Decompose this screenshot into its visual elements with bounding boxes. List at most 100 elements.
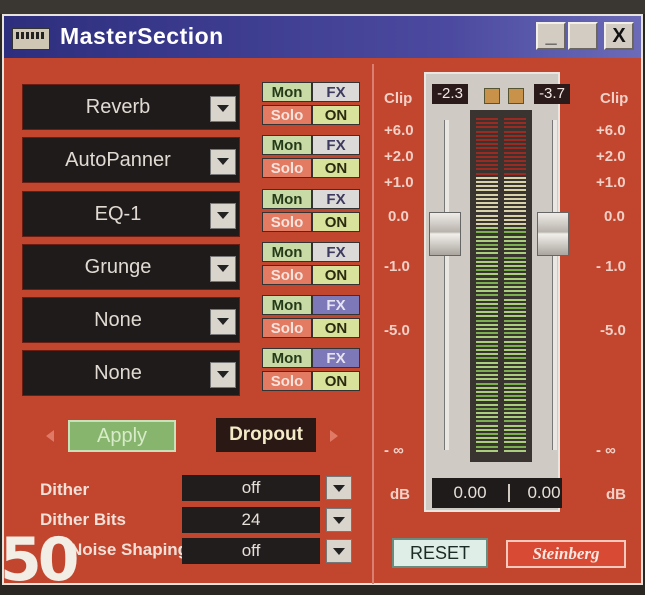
mon-button[interactable]: Mon (262, 82, 312, 102)
next-arrow-icon[interactable] (330, 430, 338, 442)
meter-segment (504, 412, 526, 414)
scale-left-m5: -5.0 (384, 322, 410, 339)
clip-indicator-right[interactable] (508, 88, 524, 104)
effect-slot-select[interactable]: AutoPanner (22, 137, 240, 183)
fx-button[interactable]: FX (312, 348, 360, 368)
noise-shaping-dropdown-icon[interactable] (326, 539, 352, 563)
chevron-down-icon[interactable] (210, 203, 236, 229)
on-button[interactable]: ON (312, 158, 360, 178)
scale-right-zero: 0.0 (604, 208, 625, 225)
prev-arrow-icon[interactable] (46, 430, 54, 442)
meter-segment (476, 235, 498, 238)
effect-slot-select[interactable]: None (22, 350, 240, 396)
meter-segment (504, 294, 526, 297)
on-button[interactable]: ON (312, 318, 360, 338)
meter-segment (476, 214, 498, 217)
chevron-down-icon[interactable] (210, 256, 236, 282)
dither-bits-dropdown-icon[interactable] (326, 508, 352, 532)
close-button[interactable]: X (604, 22, 634, 50)
solo-button[interactable]: Solo (262, 318, 312, 338)
dither-select[interactable]: off (182, 475, 320, 501)
mon-button[interactable]: Mon (262, 348, 312, 368)
solo-button[interactable]: Solo (262, 212, 312, 232)
meter-segment (504, 252, 526, 255)
clip-indicator-left[interactable] (484, 88, 500, 104)
title-bar[interactable]: MasterSection _ X (4, 16, 641, 58)
dither-dropdown-icon[interactable] (326, 476, 352, 500)
meter-segment (476, 416, 498, 419)
fx-button[interactable]: FX (312, 242, 360, 262)
meter-segment (476, 344, 498, 347)
effect-slot-select[interactable]: None (22, 297, 240, 343)
effect-slot-select[interactable]: EQ-1 (22, 191, 240, 237)
meter-segment (504, 441, 526, 444)
solo-button[interactable]: Solo (262, 105, 312, 125)
meter-segment (504, 248, 526, 251)
meter-segment (476, 353, 498, 356)
db-right-value: 0.00 (527, 483, 561, 502)
solo-button[interactable]: Solo (262, 371, 312, 391)
meter-segment (476, 315, 498, 318)
meter-segment (504, 134, 526, 137)
meter-segment (476, 223, 498, 225)
meter-segment (476, 130, 498, 133)
on-button[interactable]: ON (312, 265, 360, 285)
fader-left[interactable] (429, 212, 461, 256)
meter-segment (476, 277, 498, 280)
scale-right-p6: +6.0 (596, 122, 626, 139)
on-button[interactable]: ON (312, 105, 360, 125)
meter-segment (476, 160, 498, 162)
meter-segment (476, 239, 498, 242)
on-button[interactable]: ON (312, 212, 360, 232)
dither-bits-select[interactable]: 24 (182, 507, 320, 533)
meter-segment (504, 353, 526, 356)
chevron-down-icon[interactable] (210, 96, 236, 122)
meter-segment (504, 122, 526, 125)
fx-button[interactable]: FX (312, 82, 360, 102)
fx-button[interactable]: FX (312, 189, 360, 209)
effect-name: None (94, 362, 142, 384)
meter-segment (476, 143, 498, 146)
reset-button[interactable]: RESET (392, 538, 488, 568)
mon-button[interactable]: Mon (262, 135, 312, 155)
meter-segment (504, 185, 526, 188)
meter-segment (504, 155, 526, 158)
meter-segment (504, 340, 526, 343)
scale-left-p2: +2.0 (384, 148, 414, 165)
mon-button[interactable]: Mon (262, 189, 312, 209)
meter-segment (476, 210, 498, 213)
chevron-down-icon[interactable] (210, 149, 236, 175)
scale-right-clip: Clip (600, 90, 629, 107)
meter-segment (504, 399, 526, 402)
meter-segment (476, 382, 498, 385)
chevron-down-icon[interactable] (210, 362, 236, 388)
meter-segment (476, 407, 498, 410)
mon-button[interactable]: Mon (262, 295, 312, 315)
apply-button[interactable]: Apply (68, 420, 176, 452)
chevron-down-icon[interactable] (210, 309, 236, 335)
on-button[interactable]: ON (312, 371, 360, 391)
meter-segment (476, 134, 498, 137)
mon-button[interactable]: Mon (262, 242, 312, 262)
minimize-button[interactable]: _ (536, 22, 566, 50)
effect-slot-select[interactable]: Grunge (22, 244, 240, 290)
meter-segment (504, 269, 526, 272)
fader-right[interactable] (537, 212, 569, 256)
meter-segment (504, 210, 526, 213)
meter-segment (504, 160, 526, 162)
noise-shaping-select[interactable]: off (182, 538, 320, 564)
meter-segment (504, 277, 526, 280)
meter-segment (476, 412, 498, 414)
fx-button[interactable]: FX (312, 135, 360, 155)
solo-button[interactable]: Solo (262, 265, 312, 285)
meter-segment (476, 424, 498, 427)
maximize-button[interactable] (568, 22, 598, 50)
window-title: MasterSection (60, 23, 224, 49)
scale-left-clip: Clip (384, 90, 413, 107)
meter-segment (504, 315, 526, 318)
fx-button[interactable]: FX (312, 295, 360, 315)
effect-slot-select[interactable]: Reverb (22, 84, 240, 130)
dropout-button[interactable]: Dropout (216, 418, 316, 452)
solo-button[interactable]: Solo (262, 158, 312, 178)
meter-segment (476, 197, 498, 200)
